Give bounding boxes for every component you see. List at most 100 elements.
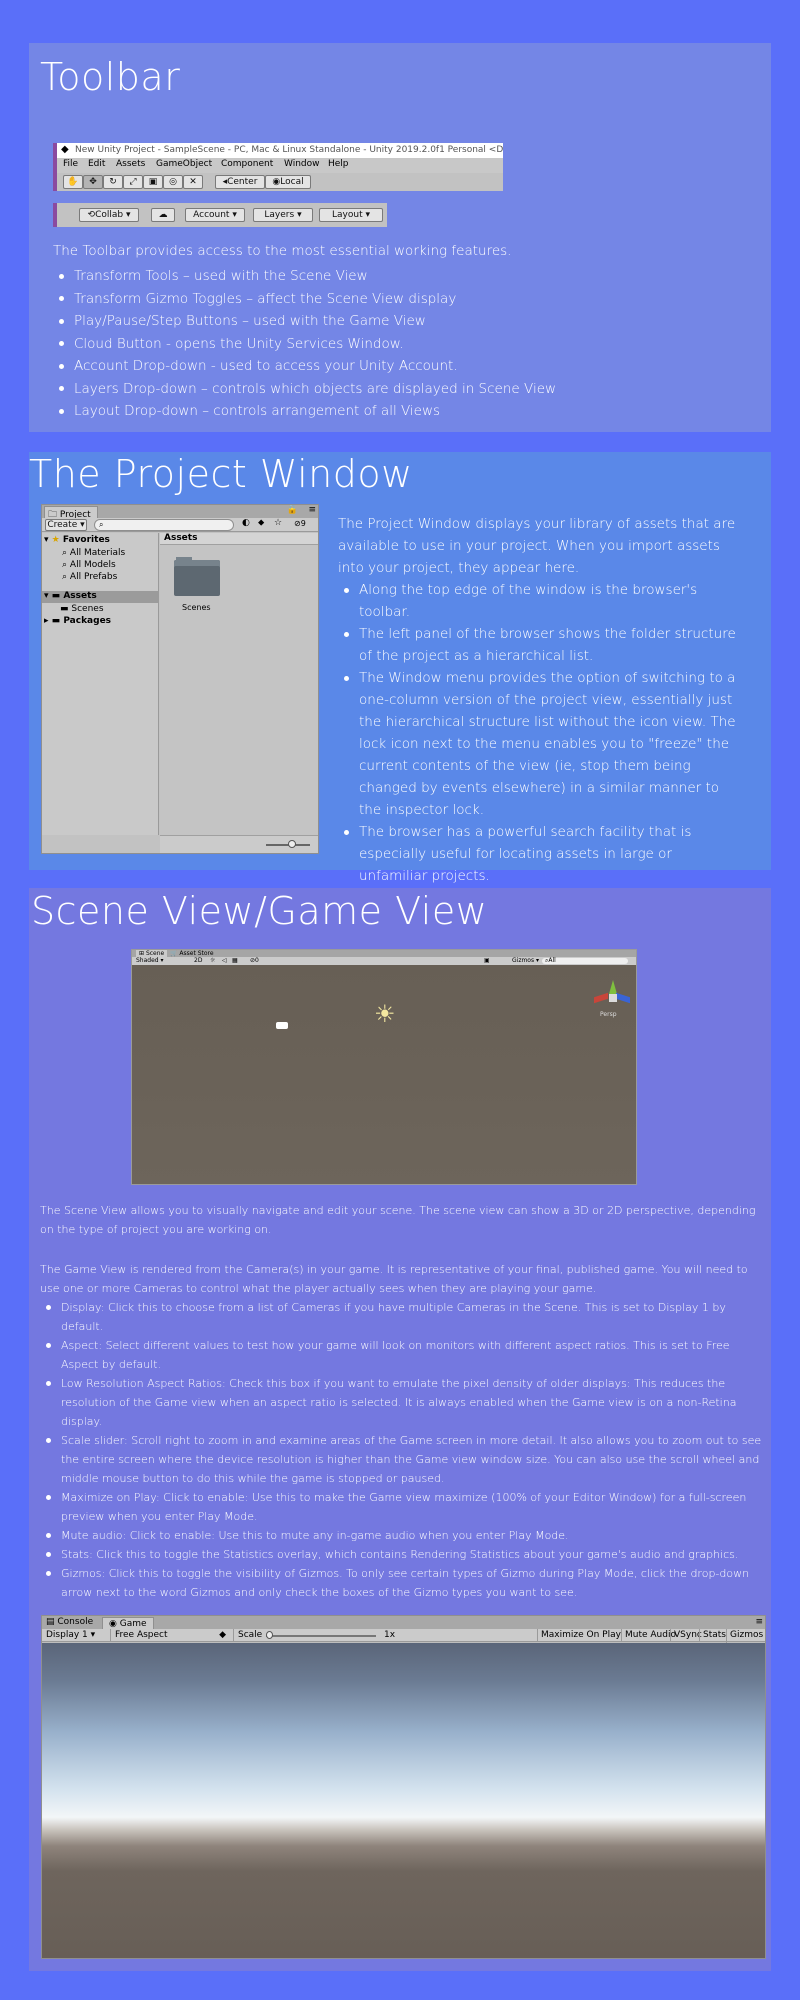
- tree-scenes[interactable]: ▬ Scenes: [60, 604, 104, 614]
- list-item: Transform Gizmo Toggles – affect the Sce…: [53, 288, 753, 311]
- scenes-folder[interactable]: Scenes: [174, 557, 222, 617]
- pivot-local-button[interactable]: ◉Local: [265, 175, 311, 189]
- console-icon: ▤: [46, 1617, 55, 1627]
- mode-2d-button[interactable]: 2D: [194, 957, 202, 965]
- menu-assets[interactable]: Assets: [116, 159, 145, 169]
- gizmos-dropdown[interactable]: Gizmos ▾: [512, 957, 539, 965]
- shading-dropdown[interactable]: Shaded ▾: [136, 957, 164, 965]
- folder-icon: ▬: [60, 604, 69, 614]
- scene-paragraph-2: The Game View is rendered from the Camer…: [40, 1263, 748, 1295]
- menu-edit[interactable]: Edit: [88, 159, 105, 169]
- tab-console[interactable]: ▤ Console: [46, 1616, 93, 1629]
- tab-scene[interactable]: ⊞ Scene: [136, 950, 168, 957]
- star-icon: ★: [51, 535, 60, 545]
- menu-gameobject[interactable]: GameObject: [156, 159, 212, 169]
- game-toolbar: Display 1 ▾ Free Aspect ◆ Scale 1x Maximi…: [42, 1629, 765, 1655]
- scale-slider-thumb[interactable]: [266, 1631, 273, 1639]
- menu-icon[interactable]: ≡: [308, 505, 316, 515]
- create-dropdown[interactable]: Create ▾: [45, 519, 87, 531]
- menu-window[interactable]: Window: [284, 159, 320, 169]
- slider-thumb[interactable]: [288, 840, 296, 848]
- maximize-on-play-toggle[interactable]: Maximize On Play: [537, 1629, 624, 1642]
- list-item: Play/Pause/Step Buttons – used with the …: [53, 310, 753, 333]
- toolbar-bullets: Transform Tools – used with the Scene Vi…: [53, 265, 753, 423]
- camera-icon[interactable]: ▣: [484, 957, 490, 965]
- audio-icon[interactable]: ◁: [222, 957, 227, 965]
- filter-type-icon[interactable]: ◐: [242, 518, 250, 528]
- menu-component[interactable]: Component: [221, 159, 273, 169]
- list-item: The left panel of the browser shows the …: [338, 623, 743, 667]
- tab-project[interactable]: 🗀 Project: [44, 506, 98, 520]
- display-dropdown[interactable]: Display 1 ▾: [46, 1629, 104, 1642]
- scale-slider[interactable]: [266, 1635, 376, 1637]
- rect-tool-button[interactable]: ▣: [143, 175, 163, 189]
- scale-label: Scale: [233, 1629, 262, 1642]
- menu-icon[interactable]: ≡: [755, 1616, 763, 1629]
- unity-logo-icon: ◆: [61, 144, 69, 155]
- cloud-button[interactable]: ☁: [151, 208, 175, 222]
- effects-icon[interactable]: ▦: [232, 957, 238, 965]
- stats-toggle[interactable]: Stats: [699, 1629, 729, 1642]
- hand-tool-button[interactable]: ✋: [63, 175, 83, 189]
- menu-help[interactable]: Help: [328, 159, 349, 169]
- tree-all-models[interactable]: ⌕ All Models: [62, 560, 116, 570]
- search-icon: ⌕: [62, 548, 68, 558]
- list-item: Scale slider: Scroll right to zoom in an…: [40, 1431, 765, 1488]
- filter-label-icon[interactable]: ⬥: [258, 518, 264, 528]
- list-item: Layers Drop-down – controls which object…: [53, 378, 753, 401]
- tree-packages[interactable]: ▸ ▬ Packages: [44, 616, 111, 626]
- toolbar-intro: The Toolbar provides access to the most …: [53, 243, 512, 259]
- list-item: Mute audio: Click to enable: Use this to…: [40, 1526, 765, 1545]
- game-tab-bar: ▤ Console ◉ Game ≡: [42, 1616, 765, 1629]
- scene-search-input[interactable]: ⌕All: [542, 958, 628, 964]
- list-item: Cloud Button - opens the Unity Services …: [53, 333, 753, 356]
- scale-tool-button[interactable]: ⤢: [123, 175, 143, 189]
- menu-file[interactable]: File: [63, 159, 78, 169]
- folder-tab: [176, 557, 192, 562]
- tree-all-materials[interactable]: ⌕ All Materials: [62, 548, 125, 558]
- sun-light-icon: ☀: [374, 1000, 396, 1028]
- list-item: The Window menu provides the option of s…: [338, 667, 743, 821]
- hidden-count[interactable]: ⊘9: [294, 519, 306, 528]
- tab-game[interactable]: ◉ Game: [102, 1617, 154, 1629]
- layers-dropdown[interactable]: Layers ▾: [253, 208, 313, 222]
- layout-dropdown[interactable]: Layout ▾: [319, 208, 383, 222]
- scene-viewport[interactable]: ☀ Persp: [132, 965, 636, 1184]
- lighting-icon[interactable]: ☼: [210, 957, 215, 965]
- lock-icon[interactable]: 🔒: [287, 505, 298, 515]
- pivot-center-button[interactable]: ◂Center: [215, 175, 265, 189]
- project-bullets: Along the top edge of the window is the …: [338, 579, 743, 887]
- tree-all-prefabs[interactable]: ⌕ All Prefabs: [62, 572, 117, 582]
- search-input[interactable]: ⌕: [94, 519, 234, 531]
- assets-header: Assets: [160, 533, 318, 545]
- custom-tool-button[interactable]: ✕: [183, 175, 203, 189]
- search-icon: ⌕: [62, 560, 68, 570]
- tree-assets[interactable]: ▾ ▬ Assets: [42, 591, 159, 603]
- list-item: Display: Click this to choose from a lis…: [40, 1298, 765, 1336]
- transform-tool-button[interactable]: ◎: [163, 175, 183, 189]
- section-title: The Project Window: [29, 452, 413, 496]
- game-icon: ◉: [109, 1619, 117, 1629]
- hidden-objects-count[interactable]: ⊘0: [250, 957, 259, 965]
- section-title: Scene View/Game View: [31, 889, 488, 933]
- list-item: Account Drop-down - used to access your …: [53, 355, 753, 378]
- project-tree: ▾ ★ Favorites ⌕ All Materials ⌕ All Mode…: [42, 533, 159, 835]
- scene-orientation-gizmo[interactable]: [592, 977, 632, 1013]
- collab-dropdown[interactable]: ⟲Collab ▾: [79, 208, 139, 222]
- project-toolbar: Create ▾ ⌕ ◐ ⬥ ☆ ⊘9: [42, 518, 318, 532]
- list-item: Low Resolution Aspect Ratios: Check this…: [40, 1374, 765, 1431]
- aspect-dropdown[interactable]: Free Aspect ◆: [110, 1629, 228, 1642]
- list-item: Transform Tools – used with the Scene Vi…: [53, 265, 753, 288]
- scene-tab-bar: ⊞ Scene 🛒 Asset Store: [132, 950, 636, 957]
- tab-asset-store[interactable]: 🛒 Asset Store: [170, 950, 214, 957]
- tree-favorites[interactable]: ▾ ★ Favorites: [44, 535, 110, 545]
- list-item: Aspect: Select different values to test …: [40, 1336, 765, 1374]
- toolbar-cloud-row: ⟲Collab ▾ ☁ Account ▾ Layers ▾ Layout ▾: [53, 203, 387, 227]
- game-viewport[interactable]: [42, 1643, 765, 1958]
- rotate-tool-button[interactable]: ↻: [103, 175, 123, 189]
- favorite-icon[interactable]: ☆: [274, 518, 282, 528]
- scene-game-section: Scene View/Game View ⊞ Scene 🛒 Asset Sto…: [29, 888, 771, 1971]
- persp-label: Persp: [600, 1011, 617, 1018]
- move-tool-button[interactable]: ✥: [83, 175, 103, 189]
- account-dropdown[interactable]: Account ▾: [185, 208, 245, 222]
